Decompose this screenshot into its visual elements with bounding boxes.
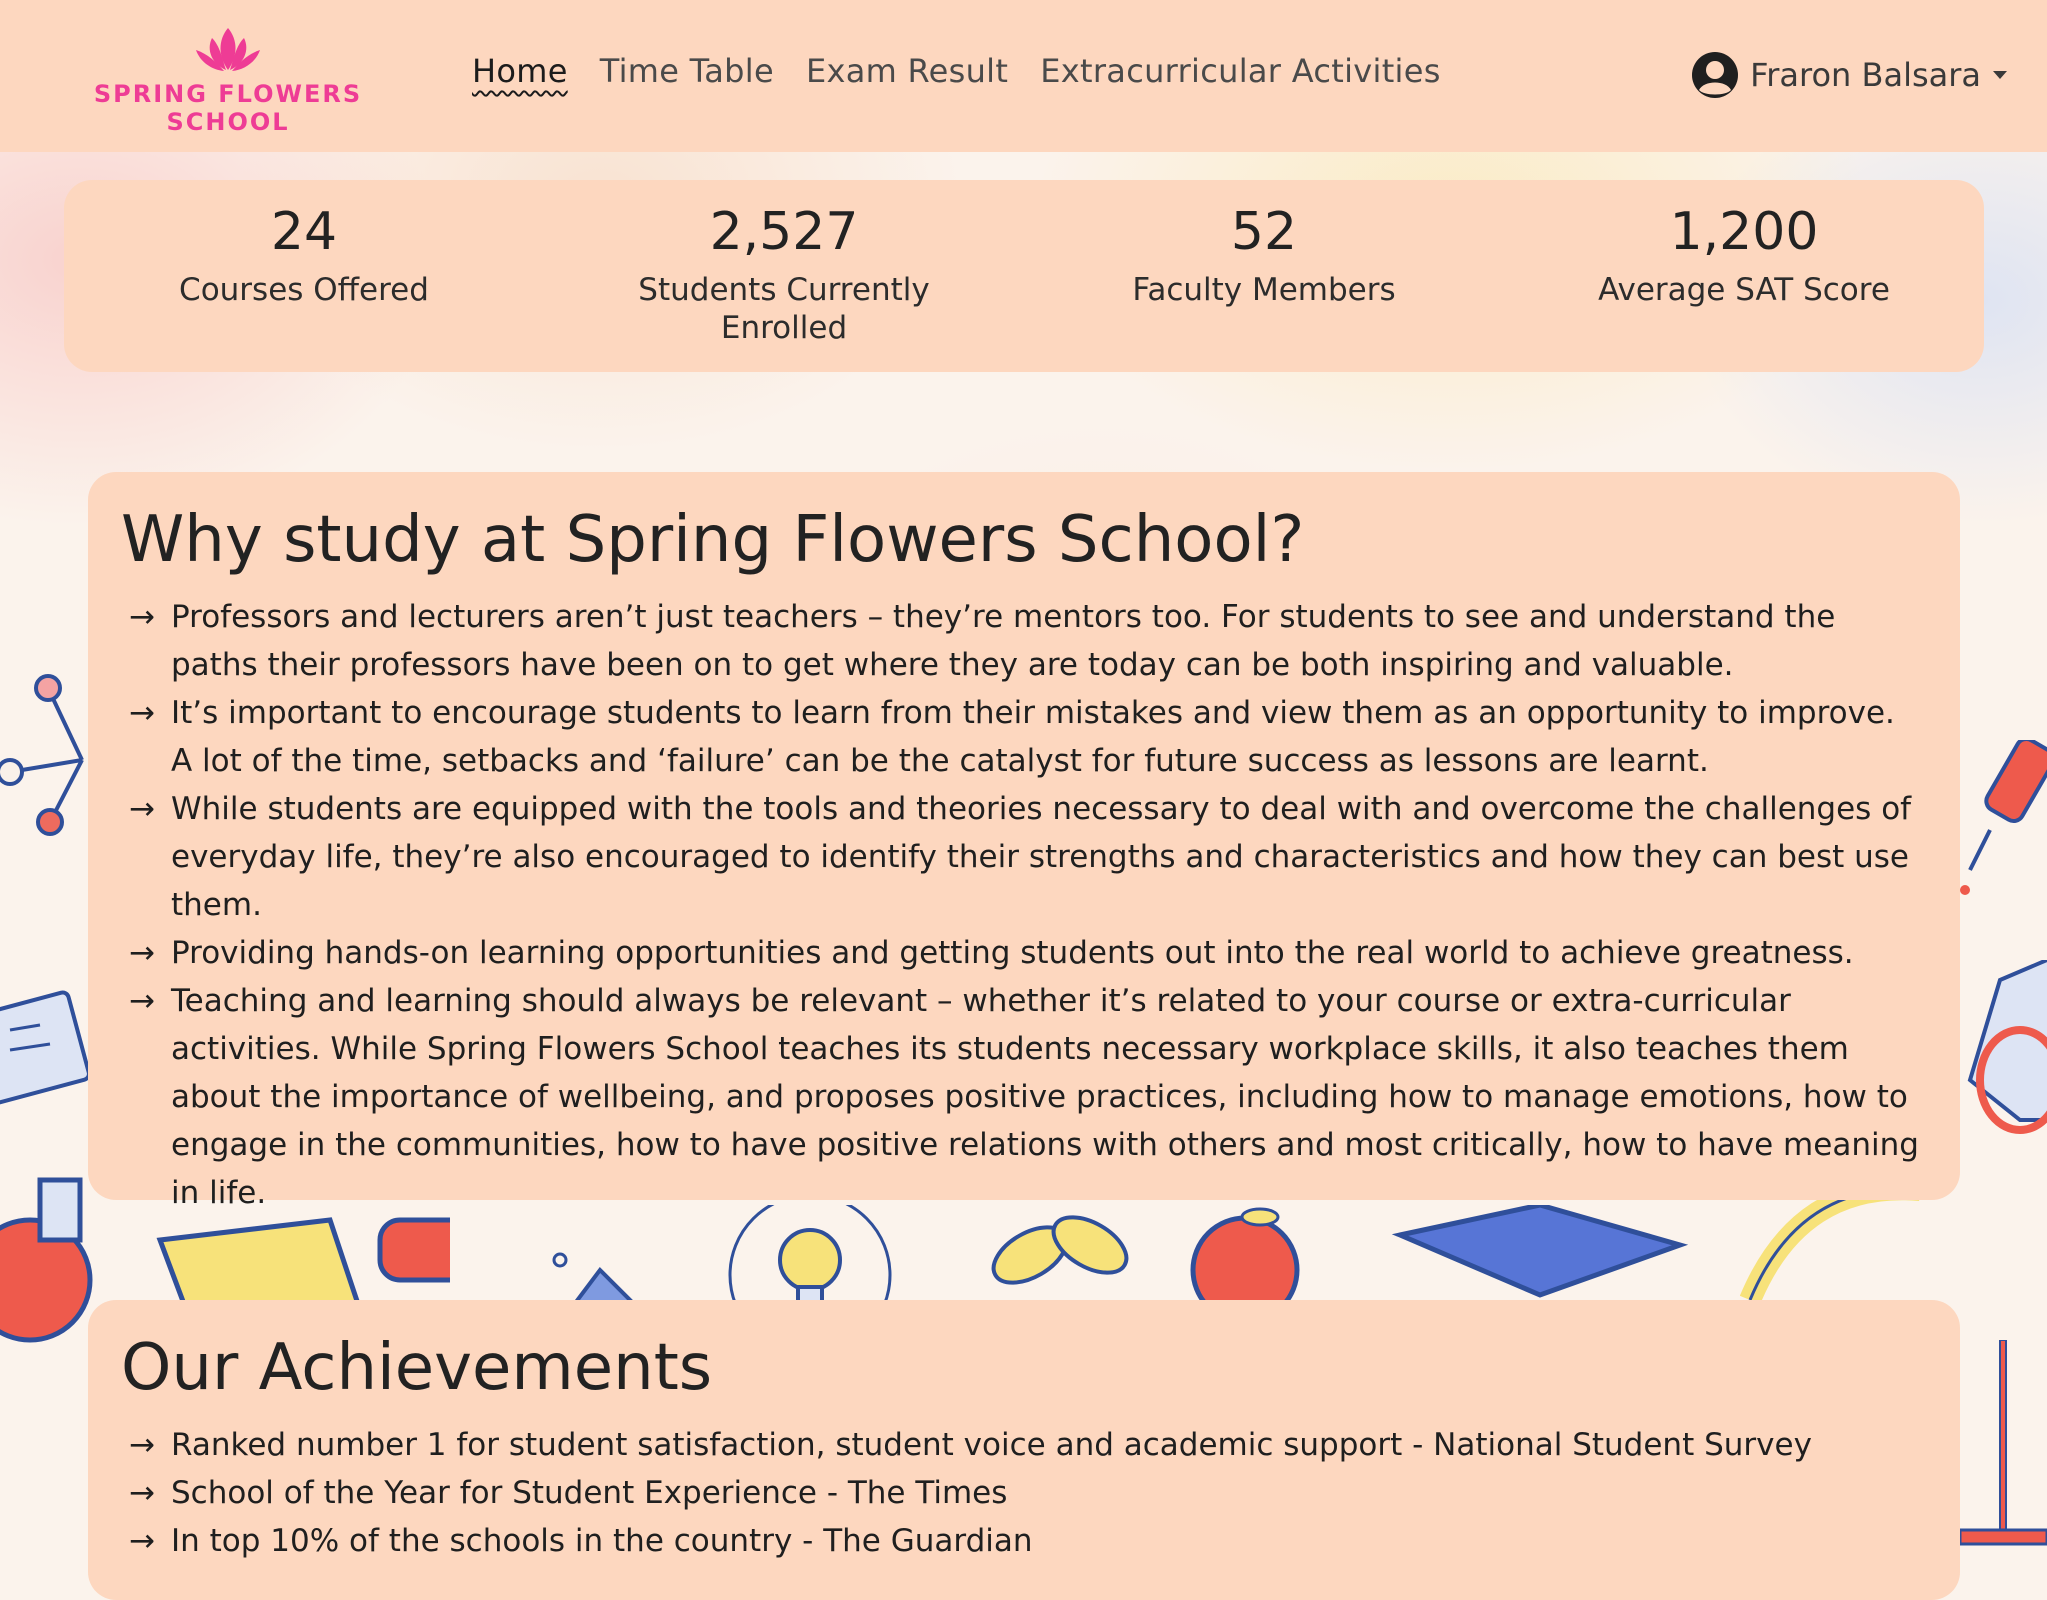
list-item: → Teaching and learning should always be …	[129, 977, 1920, 1217]
stat-value: 1,200	[1669, 202, 1819, 262]
nav-timetable-link[interactable]: Time Table	[600, 52, 774, 90]
achievements-title: Our Achievements	[121, 1331, 713, 1405]
list-item-text: Professors and lecturers aren’t just tea…	[171, 598, 1836, 683]
list-item: → While students are equipped with the to…	[129, 785, 1920, 929]
user-circle-icon	[1692, 52, 1739, 98]
lotus-icon	[196, 28, 260, 71]
user-name: Fraron Balsara	[1750, 56, 1981, 94]
stat-value: 52	[1230, 202, 1298, 262]
top-navbar: SPRING FLOWERS SCHOOL Home Time Table Ex…	[0, 0, 2047, 152]
nav-exam-result-link[interactable]: Exam Result	[806, 52, 1008, 90]
arrow-right-icon: →	[129, 1522, 155, 1559]
why-study-list: → Professors and lecturers aren’t just te…	[121, 593, 1920, 1217]
stat-value: 2,527	[709, 202, 859, 262]
school-name: SPRING FLOWERS SCHOOL	[93, 80, 363, 136]
stat-label: Faculty Members	[1132, 272, 1396, 309]
arrow-right-icon: →	[129, 1474, 155, 1511]
list-item: → Professors and lecturers aren’t just te…	[129, 593, 1920, 689]
achievements-card: Our Achievements → Ranked number 1 for st…	[88, 1300, 1960, 1600]
arrow-right-icon: →	[129, 598, 155, 635]
list-item: → In top 10% of the schools in the countr…	[129, 1517, 1920, 1565]
list-item: → School of the Year for Student Experien…	[129, 1469, 1920, 1517]
stand-icon	[1960, 1340, 2047, 1546]
list-item-text: In top 10% of the schools in the country…	[171, 1522, 1033, 1559]
molecule-icon	[0, 674, 84, 836]
stat-value: 24	[270, 202, 338, 262]
arrow-right-icon: →	[129, 982, 155, 1019]
main-navigation: Home Time Table Exam Result Extracurricu…	[472, 52, 1441, 90]
nav-home-link[interactable]: Home	[472, 52, 568, 90]
list-item: → It’s important to encourage students to…	[129, 689, 1920, 785]
achievements-list: → Ranked number 1 for student satisfactio…	[121, 1421, 1920, 1565]
school-logo[interactable]: SPRING FLOWERS SCHOOL	[28, 26, 428, 136]
nav-extracurricular-link[interactable]: Extracurricular Activities	[1040, 52, 1440, 90]
list-item-text: It’s important to encourage students to …	[171, 694, 1895, 779]
lightbulb-icon	[728, 1205, 892, 1310]
arrow-right-icon: →	[129, 790, 155, 827]
stat-students: 2,527 Students Currently Enrolled	[544, 180, 1024, 372]
chevron-down-icon	[1993, 71, 2007, 79]
stat-sat: 1,200 Average SAT Score	[1504, 180, 1984, 372]
list-item-text: Ranked number 1 for student satisfaction…	[171, 1426, 1812, 1463]
stat-label: Students Currently Enrolled	[638, 272, 930, 347]
arrow-right-icon: →	[129, 1426, 155, 1463]
list-item-text: Teaching and learning should always be r…	[171, 982, 1919, 1211]
list-item: → Ranked number 1 for student satisfactio…	[129, 1421, 1920, 1469]
stat-label: Average SAT Score	[1598, 272, 1890, 309]
ruler-icon	[0, 990, 90, 1105]
stat-faculty: 52 Faculty Members	[1024, 180, 1504, 372]
stat-courses: 24 Courses Offered	[64, 180, 544, 372]
stat-label: Courses Offered	[179, 272, 429, 309]
graduation-cap-icon	[1391, 1205, 1689, 1298]
why-study-title: Why study at Spring Flowers School?	[121, 503, 1305, 577]
stats-panel: 24 Courses Offered 2,527 Students Curren…	[64, 180, 1984, 372]
list-item: → Providing hands-on learning opportuniti…	[129, 929, 1920, 977]
flask-right-icon	[1967, 960, 2047, 1134]
user-menu-dropdown[interactable]: Fraron Balsara	[1690, 50, 2007, 100]
list-item-text: School of the Year for Student Experienc…	[171, 1474, 1008, 1511]
arrow-right-icon: →	[129, 934, 155, 971]
arrow-right-icon: →	[129, 694, 155, 731]
apple-icon	[1190, 1207, 1300, 1305]
pipette-icon	[1960, 740, 2047, 895]
list-item-text: Providing hands-on learning opportunitie…	[171, 934, 1854, 971]
list-item-text: While students are equipped with the too…	[171, 790, 1912, 923]
leaf-plant-icon	[991, 1215, 1129, 1285]
why-study-card: Why study at Spring Flowers School? → Pro…	[88, 472, 1960, 1211]
